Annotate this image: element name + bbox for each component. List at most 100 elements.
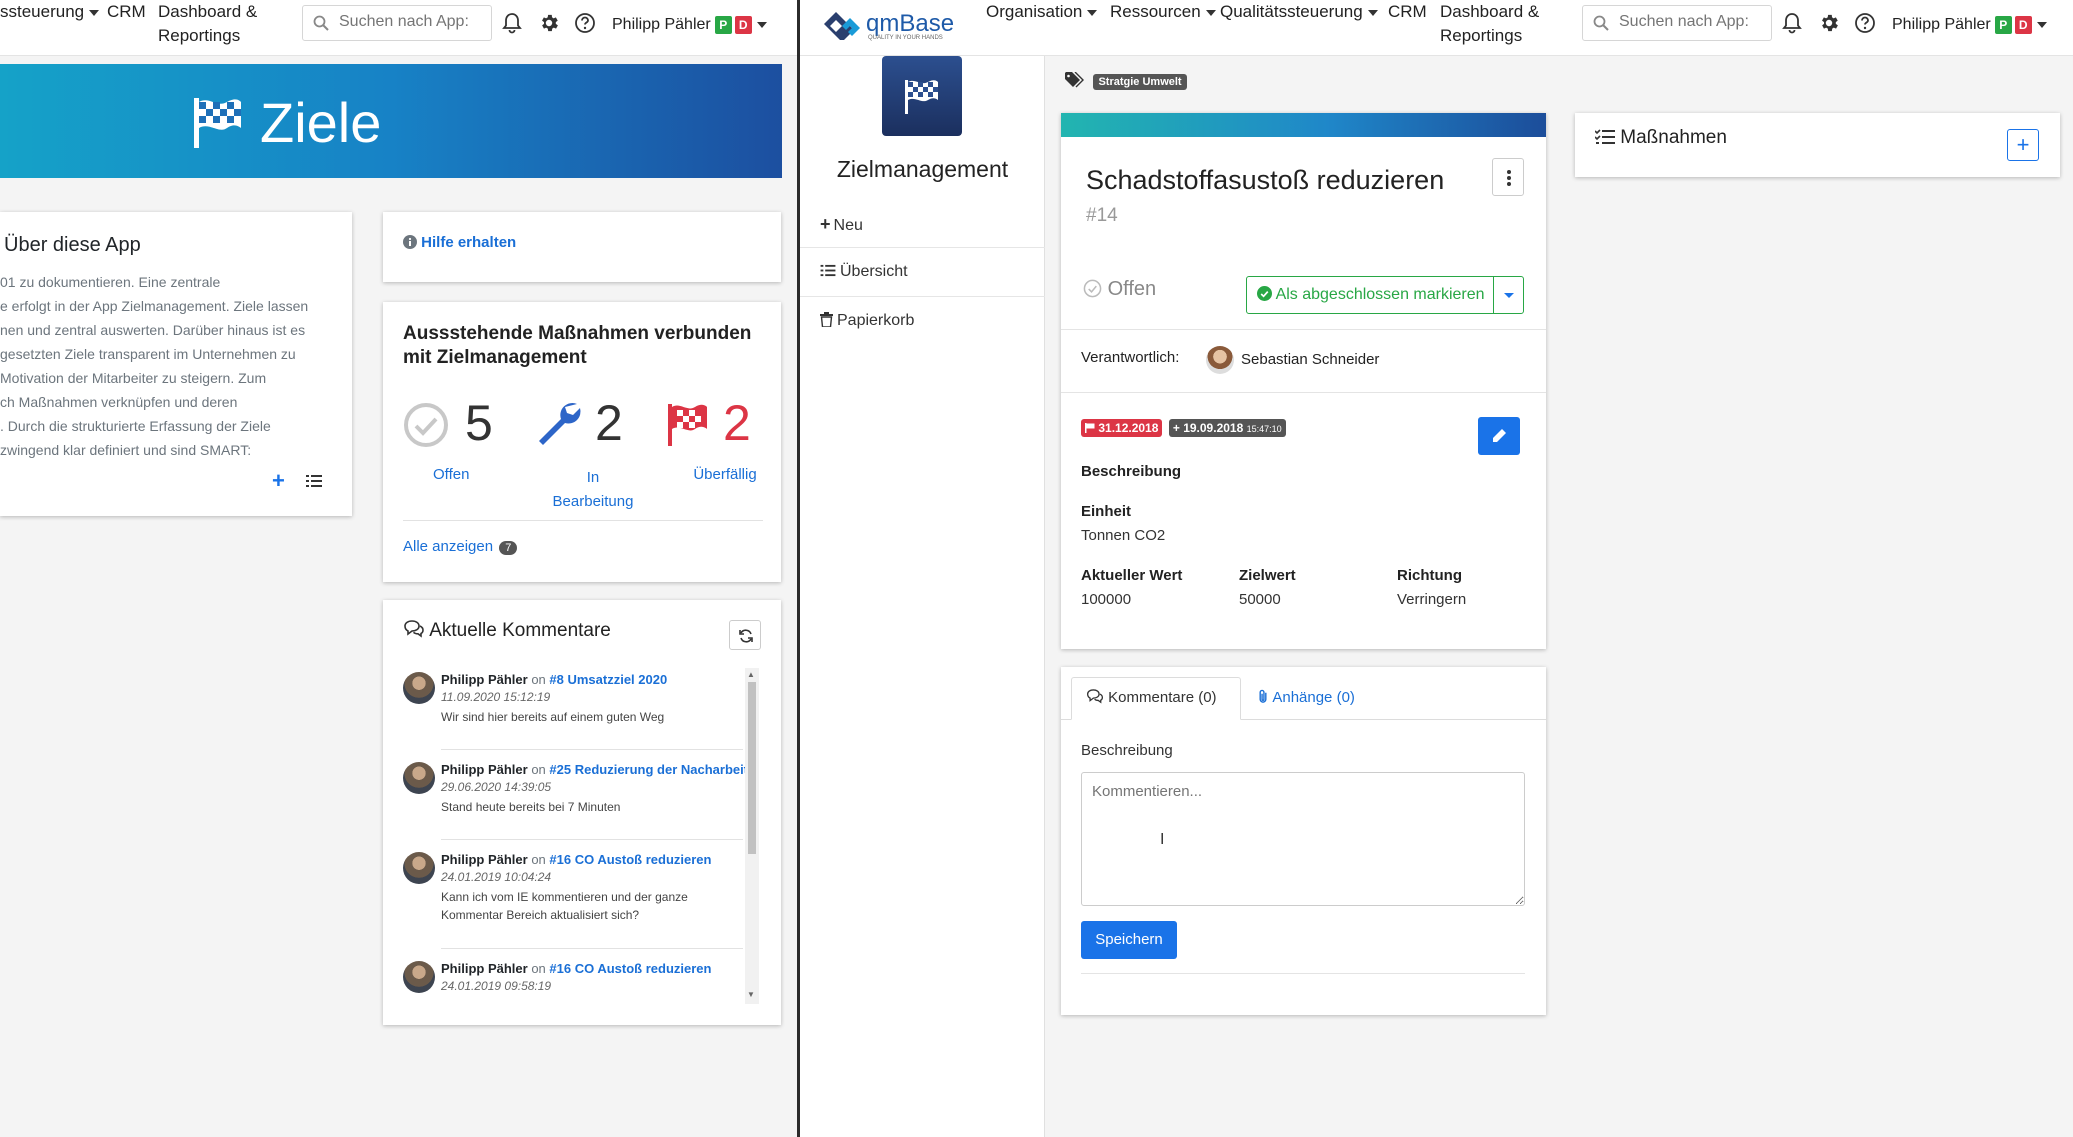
user-menu[interactable]: Philipp Pähler P D	[612, 13, 767, 37]
responsible-name[interactable]: Sebastian Schneider	[1241, 351, 1379, 368]
list-item[interactable]: Philipp Pähler on #16 CO Austoß reduzier…	[403, 852, 743, 952]
search-input[interactable]	[1619, 13, 1759, 31]
nav-item-crm[interactable]: CRM	[107, 0, 146, 24]
gear-icon[interactable]	[538, 12, 560, 34]
bell-icon[interactable]	[502, 12, 522, 34]
comment-target-link[interactable]: #16 CO Austoß reduzieren	[549, 961, 711, 976]
search-box[interactable]	[302, 5, 492, 41]
user-menu[interactable]: Philipp Pähler P D	[1892, 13, 2047, 37]
paperclip-icon	[1259, 689, 1267, 703]
unit-label: Einheit	[1081, 503, 1132, 520]
measures-title: Maßnahmen	[1620, 127, 1727, 148]
list-item[interactable]: Philipp Pähler on #8 Umsatzziel 2020 11.…	[403, 672, 743, 752]
comment-textarea[interactable]	[1081, 772, 1525, 906]
refresh-button[interactable]	[729, 620, 761, 650]
chevron-down-icon	[756, 21, 767, 28]
comment-field-label: Beschreibung	[1081, 742, 1173, 759]
avatar	[1206, 346, 1234, 374]
app-title: Zielmanagement	[836, 156, 1009, 182]
flag-icon	[1085, 423, 1095, 433]
nav-item-organisation[interactable]: Organisation	[986, 0, 1098, 24]
nav-item-qualitaetssteuerung[interactable]: ssteuerung	[0, 0, 100, 24]
plus-icon: +	[2016, 132, 2030, 157]
unit-value: Tonnen CO2	[1081, 527, 1166, 544]
nav-item-ressourcen[interactable]: Ressourcen	[1110, 0, 1216, 24]
search-input[interactable]	[339, 13, 479, 31]
comment-on: on	[531, 852, 546, 867]
badge-d: D	[734, 16, 752, 34]
stat-in-bearbeitung[interactable]: 2 In Bearbeitung	[533, 394, 653, 510]
nav-item-dashboard[interactable]: Dashboard & Reportings	[1440, 0, 1539, 48]
list-item[interactable]: Philipp Pähler on #25 Reduzierung der Na…	[403, 762, 748, 842]
edit-button[interactable]	[1478, 417, 1520, 455]
tab-anhaenge[interactable]: Anhänge (0)	[1257, 689, 1355, 706]
scrollbar[interactable]: ▲ ▼	[745, 668, 759, 1004]
left-window: ssteuerung CRM Dashboard & Reportings Ph…	[0, 0, 798, 1137]
comments-icon	[1086, 689, 1104, 704]
tag-badge[interactable]: Stratgie Umwelt	[1093, 74, 1187, 90]
scrollbar-thumb[interactable]	[748, 682, 756, 854]
sidebar-item-uebersicht[interactable]: Übersicht	[820, 263, 908, 281]
comment-heading: Philipp Pähler on #16 CO Austoß reduzier…	[441, 852, 711, 867]
tab-label: Anhänge (0)	[1272, 689, 1355, 706]
about-line: nen und zentral auswerten. Darüber hinau…	[0, 322, 306, 338]
goal-color-bar	[1061, 113, 1546, 137]
chevron-down-icon	[1504, 293, 1514, 298]
add-measure-button[interactable]: +	[2007, 129, 2039, 161]
complete-dropdown-toggle[interactable]	[1494, 277, 1524, 313]
search-box[interactable]	[1582, 5, 1772, 41]
about-line: zwingend klar definiert und sind SMART:	[0, 442, 252, 458]
about-text: 01 zu dokumentieren. Eine zentrale e erf…	[0, 270, 308, 462]
comments-icon	[404, 620, 424, 638]
nav-label: Ressourcen	[1110, 2, 1201, 21]
gear-icon[interactable]	[1818, 12, 1840, 34]
chevron-down-icon	[2036, 21, 2047, 28]
show-all-link[interactable]: Alle anzeigen 7	[403, 538, 518, 555]
kebab-menu-icon	[1507, 170, 1511, 186]
more-options-button[interactable]	[1492, 158, 1524, 196]
pending-title: Aussstehende Maßnahmen verbunden mit Zie…	[403, 322, 751, 370]
divider	[441, 948, 743, 949]
app-sidebar: Zielmanagement + Neu Übersicht Papierkorb	[800, 56, 1045, 1137]
save-button[interactable]: Speichern	[1081, 921, 1177, 959]
help-icon[interactable]	[1854, 12, 1876, 34]
sidebar-item-papierkorb[interactable]: Papierkorb	[820, 312, 914, 330]
scroll-up-icon[interactable]: ▲	[747, 670, 755, 679]
tab-label: Kommentare (0)	[1108, 689, 1217, 706]
list-icon[interactable]	[306, 474, 322, 488]
top-navbar: qmBase QUALITY IN YOUR HANDS Organisatio…	[800, 0, 2073, 56]
about-card: Über diese App 01 zu dokumentieren. Eine…	[0, 212, 352, 516]
divider	[441, 839, 743, 840]
comment-target-link[interactable]: #25 Reduzierung der Nacharbeit	[549, 762, 748, 777]
tab-kommentare[interactable]: Kommentare (0)	[1071, 677, 1241, 720]
badge-p: P	[714, 16, 732, 34]
add-icon[interactable]: +	[272, 468, 285, 494]
scroll-down-icon[interactable]: ▼	[747, 990, 755, 999]
created-time-text: 15:47:10	[1246, 424, 1282, 434]
pending-title-line2: mit Zielmanagement	[403, 347, 587, 368]
avatar	[403, 852, 435, 884]
help-link[interactable]: Hilfe erhalten	[403, 234, 516, 251]
goal-card: Schadstoffasustoß reduzieren #14 Offen A…	[1061, 113, 1546, 649]
nav-item-crm[interactable]: CRM	[1388, 0, 1427, 24]
comment-target-link[interactable]: #16 CO Austoß reduzieren	[549, 852, 711, 867]
created-date-badge: + 19.09.2018 15:47:10	[1168, 419, 1286, 437]
list-item[interactable]: Philipp Pähler on #16 CO Austoß reduzier…	[403, 961, 743, 1004]
mark-complete-label: Als abgeschlossen markieren	[1275, 286, 1485, 303]
stat-offen[interactable]: 5 Offen	[403, 394, 523, 504]
stat-label-line2: Bearbeitung	[552, 493, 634, 510]
nav-item-dashboard[interactable]: Dashboard & Reportings	[158, 0, 257, 48]
mark-complete-button[interactable]: Als abgeschlossen markieren	[1247, 277, 1493, 313]
current-value-label: Aktueller Wert	[1081, 567, 1183, 584]
bell-icon[interactable]	[1782, 12, 1802, 34]
comment-date: 11.09.2020 15:12:19	[441, 690, 551, 704]
comment-target-link[interactable]: #8 Umsatzziel 2020	[549, 672, 667, 687]
sidebar-item-neu[interactable]: + Neu	[820, 214, 863, 235]
comment-author: Philipp Pähler	[441, 762, 528, 777]
nav-item-qualitaetssteuerung[interactable]: Qualitätssteuerung	[1220, 0, 1378, 24]
stat-ueberfaellig[interactable]: 2 Überfällig	[665, 394, 785, 504]
avatar	[403, 672, 435, 704]
help-icon[interactable]	[574, 12, 596, 34]
comment-text: Stand heute bereits bei 7 Minuten	[441, 800, 621, 814]
comment-heading: Philipp Pähler on #16 CO Austoß reduzier…	[441, 961, 711, 976]
